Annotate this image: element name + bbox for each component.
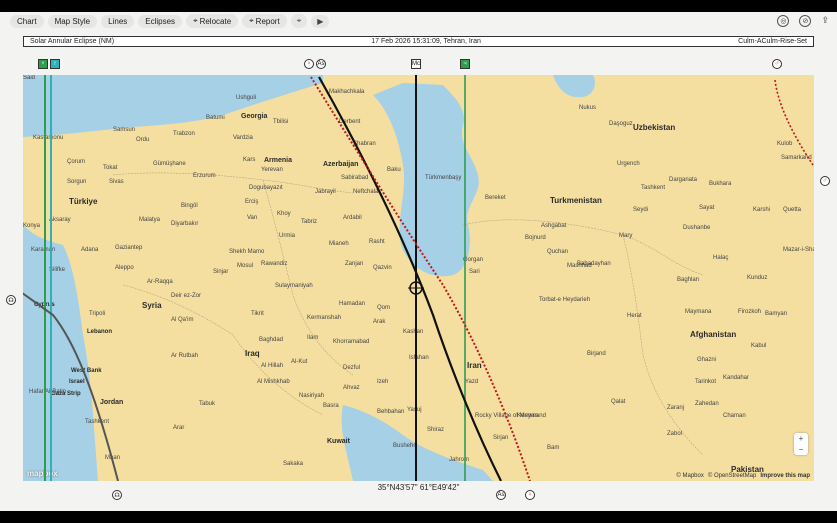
line-badge-neptune[interactable]: ♆ xyxy=(38,59,48,69)
venus-dotted-line xyxy=(310,76,531,481)
line-badge-mars-right[interactable]: ♂ xyxy=(820,176,830,186)
report-label: Report xyxy=(255,16,280,26)
toolbar: Chart Map Style Lines Eclipses ⌖ Relocat… xyxy=(0,12,837,30)
relocate-label: Relocate xyxy=(199,16,232,26)
chart-datetime: 17 Feb 2026 15:31:09, Tehran, Iran xyxy=(371,38,481,45)
pin-icon: ⌖ xyxy=(193,16,198,25)
cursor-coordinates: 35°N43'57" 61°E49'42" xyxy=(377,483,460,492)
chart-button[interactable]: Chart xyxy=(10,14,44,28)
eclipses-button[interactable]: Eclipses xyxy=(138,14,183,28)
mars-dotted-line xyxy=(774,79,814,166)
toolbar-right: ◎ ⊘ ⇪ xyxy=(777,15,829,27)
eclipse-title: Solar Annular Eclipse (NM) xyxy=(30,38,115,45)
node-line xyxy=(23,292,119,481)
location-pin-icon[interactable]: ⌖ xyxy=(290,14,308,28)
relocate-button[interactable]: ⌖ Relocate xyxy=(186,14,239,28)
line-badge-venus-top[interactable]: ♀ xyxy=(304,59,314,69)
line-badge-node-left[interactable]: ☊ xyxy=(6,295,16,305)
compass-icon[interactable]: ⊘ xyxy=(799,15,812,27)
target-icon[interactable]: ◎ xyxy=(777,15,790,27)
map-view[interactable]: Uzbekistan Georgia Armenia Azerbaijan Tu… xyxy=(23,75,814,481)
line-badge-pluto[interactable]: ♇ xyxy=(50,59,60,69)
line-mode: Culm-ACulm-Rise-Set xyxy=(738,38,807,45)
line-badge-jupiter[interactable]: ♃ xyxy=(460,59,470,69)
play-icon[interactable]: ▶ xyxy=(311,14,330,28)
chart-info-bar: Solar Annular Eclipse (NM) 17 Feb 2026 1… xyxy=(23,36,814,47)
line-badge-asc-top[interactable]: As xyxy=(316,59,326,69)
asc-line xyxy=(318,76,502,481)
pin-icon: ⌖ xyxy=(249,16,254,25)
app-window: Chart Map Style Lines Eclipses ⌖ Relocat… xyxy=(0,12,837,511)
share-icon[interactable]: ⇪ xyxy=(821,15,829,27)
astro-lines xyxy=(23,75,814,481)
line-badge-mc[interactable]: Mc xyxy=(411,59,421,69)
map-style-button[interactable]: Map Style xyxy=(47,14,98,28)
report-button[interactable]: ⌖ Report xyxy=(242,14,287,28)
line-badge-mars-top[interactable]: ♂ xyxy=(772,59,782,69)
lines-button[interactable]: Lines xyxy=(101,14,135,28)
